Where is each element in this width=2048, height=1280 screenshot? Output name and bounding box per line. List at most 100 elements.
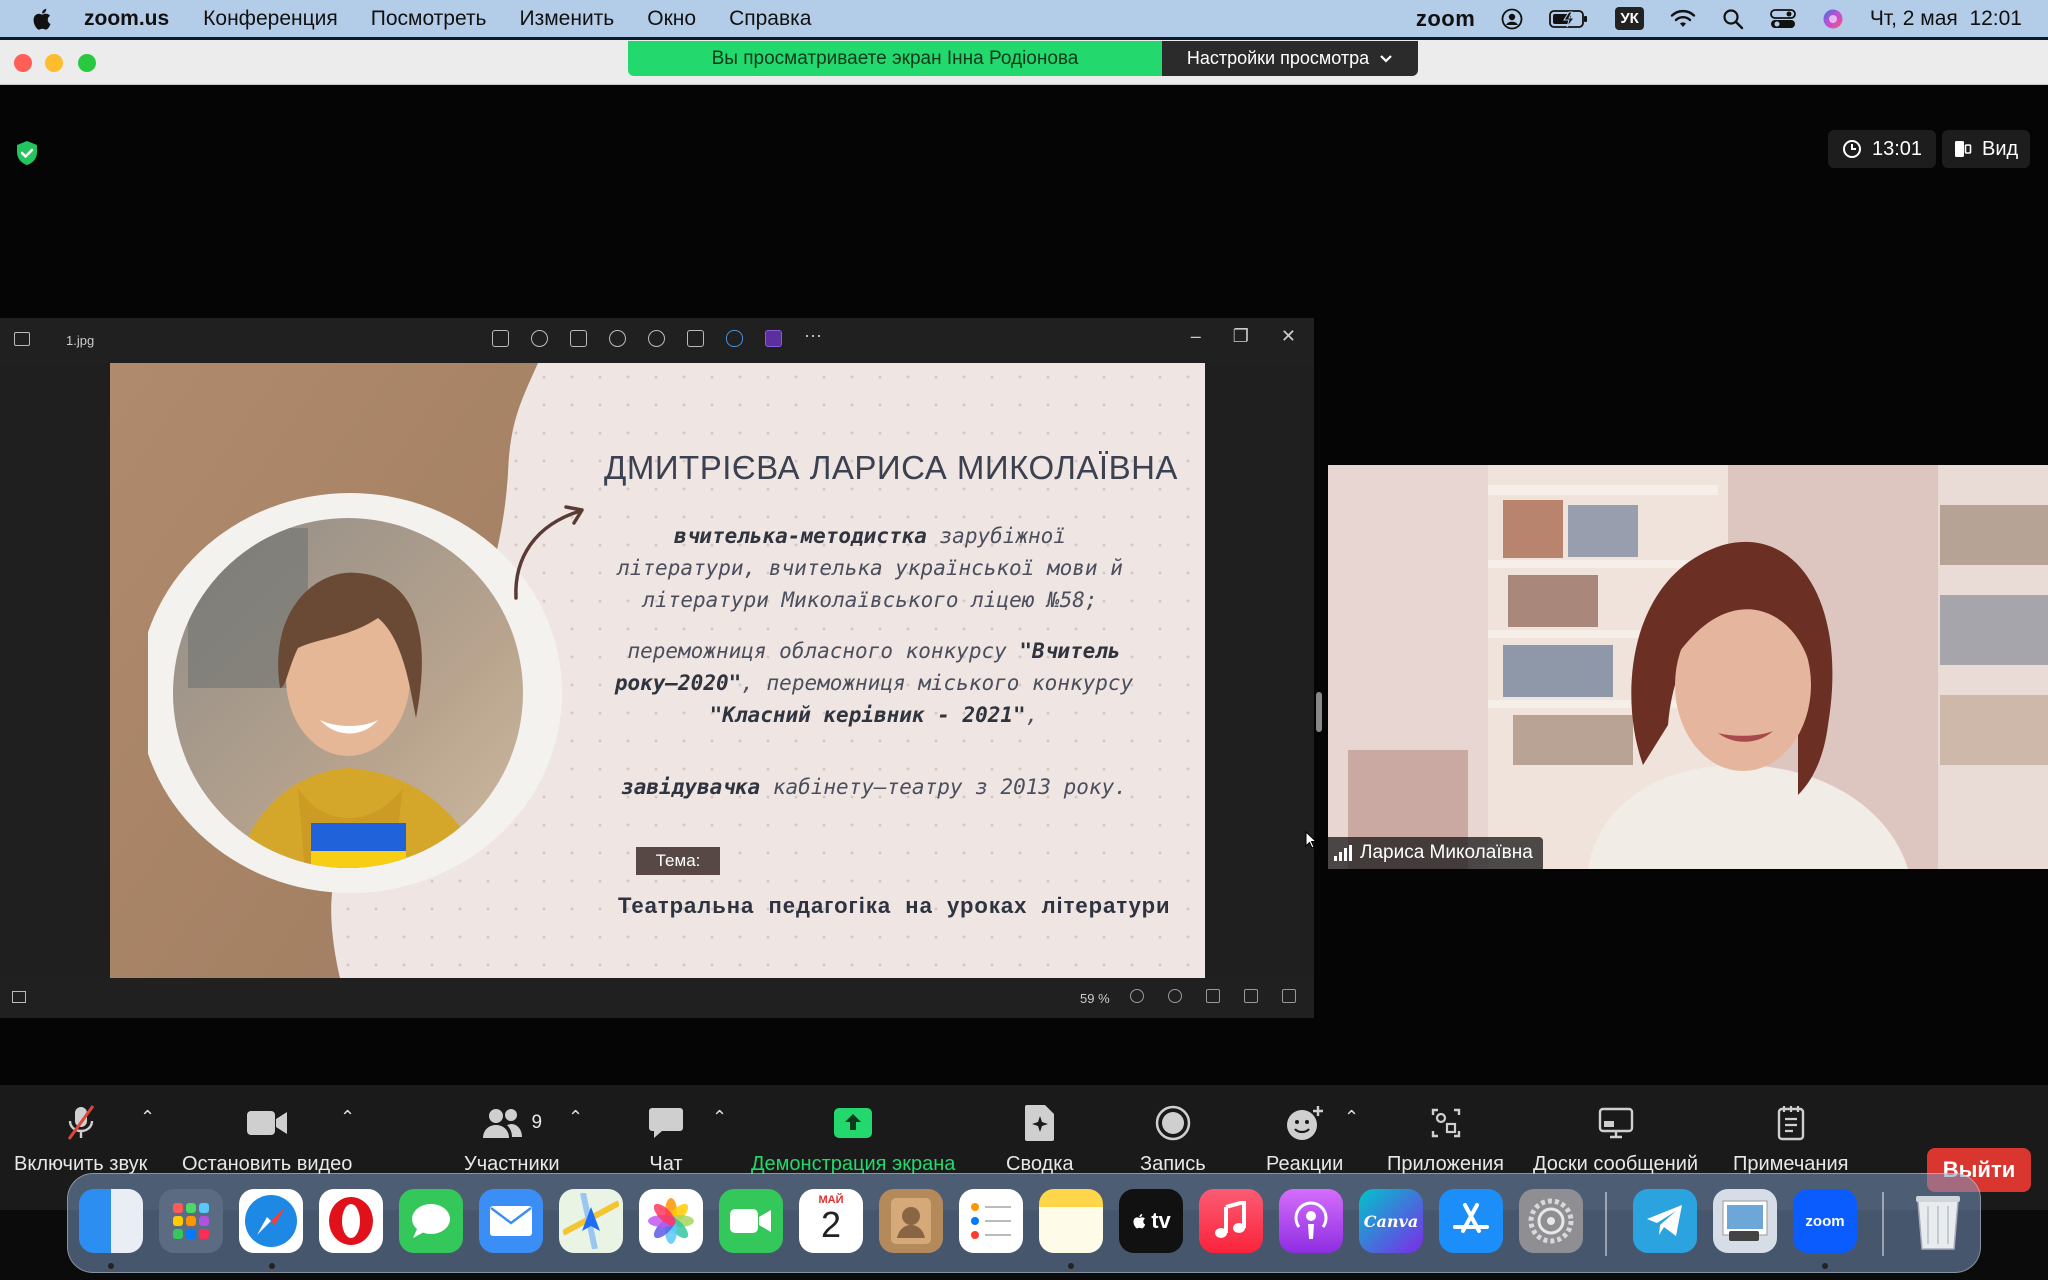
participants-icon bbox=[483, 1109, 523, 1138]
menu-help[interactable]: Справка bbox=[729, 7, 811, 31]
calendar-icon[interactable]: МАЙ 2 bbox=[799, 1189, 863, 1253]
mail-icon[interactable] bbox=[479, 1189, 543, 1253]
theatre-rest: кабінету–театру з 2013 року. bbox=[760, 775, 1127, 799]
user-account-icon[interactable] bbox=[1501, 8, 1523, 30]
system-settings-icon[interactable] bbox=[1519, 1189, 1583, 1253]
shared-screen-photo-viewer[interactable]: 1.jpg ··· – ❐ ✕ ДМИТРІЄВА ЛАРИСА МИКОЛАЇ… bbox=[0, 318, 1314, 1018]
audio-options-caret-icon[interactable]: ⌃ bbox=[140, 1107, 155, 1128]
window-close-button[interactable] bbox=[14, 54, 32, 72]
canva-icon[interactable]: Canva bbox=[1359, 1189, 1423, 1253]
contacts-icon[interactable] bbox=[879, 1189, 943, 1253]
safari-icon[interactable] bbox=[239, 1189, 303, 1253]
viewer-minimize-icon: – bbox=[1190, 326, 1201, 346]
viewer-restore-icon: ❐ bbox=[1232, 326, 1249, 346]
clipchamp-icon bbox=[765, 330, 782, 347]
share-screen-button[interactable]: Демонстрация экрана bbox=[751, 1103, 955, 1176]
viewing-screen-message: Вы просматриваете экран Інна Родіонова bbox=[628, 41, 1162, 76]
info-icon bbox=[648, 330, 665, 347]
awards-d: "Класний керівник - 2021" bbox=[709, 703, 1026, 727]
microphone-muted-icon bbox=[67, 1105, 94, 1140]
messages-icon[interactable] bbox=[399, 1189, 463, 1253]
zoom-running-indicator bbox=[1822, 1263, 1828, 1269]
participants-button[interactable]: 9 Участники bbox=[464, 1103, 560, 1176]
ai-summary-icon bbox=[1024, 1105, 1054, 1141]
reactions-button[interactable]: Реакции bbox=[1266, 1103, 1343, 1176]
facetime-icon[interactable] bbox=[719, 1189, 783, 1253]
zoom-meeting-window: Вы просматриваете экран Інна Родіонова Н… bbox=[0, 40, 2048, 1280]
notes-button[interactable]: Примечания bbox=[1733, 1103, 1848, 1176]
view-button[interactable]: Вид bbox=[1942, 130, 2031, 168]
clock-datetime[interactable]: Чт, 2 мая 12:01 bbox=[1870, 7, 2022, 31]
apps-button[interactable]: Приложения bbox=[1387, 1103, 1504, 1176]
reaction-emoji-icon bbox=[1286, 1106, 1323, 1140]
app-store-icon[interactable] bbox=[1439, 1189, 1503, 1253]
stop-video-button[interactable]: Остановить видео bbox=[182, 1103, 352, 1176]
menu-view[interactable]: Посмотреть bbox=[371, 7, 487, 31]
onedrive-cloud-icon bbox=[726, 330, 743, 347]
input-source-indicator[interactable]: УК bbox=[1615, 7, 1644, 30]
window-titlebar[interactable]: Вы просматриваете экран Інна Родіонова Н… bbox=[0, 40, 2048, 85]
whiteboard-icon bbox=[1598, 1107, 1633, 1139]
window-fullscreen-button[interactable] bbox=[78, 54, 96, 72]
opera-icon[interactable] bbox=[319, 1189, 383, 1253]
apple-tv-icon[interactable]: tv bbox=[1119, 1189, 1183, 1253]
zoom-in-icon bbox=[1168, 989, 1182, 1003]
reminders-icon[interactable] bbox=[959, 1189, 1023, 1253]
control-center-icon[interactable] bbox=[1769, 8, 1796, 30]
summary-button[interactable]: Сводка bbox=[1006, 1103, 1074, 1176]
unmute-button[interactable]: Включить звук bbox=[14, 1103, 147, 1176]
slide-image: ДМИТРІЄВА ЛАРИСА МИКОЛАЇВНА вчителька-ме… bbox=[110, 363, 1205, 978]
battery-icon[interactable] bbox=[1549, 9, 1589, 29]
chat-button[interactable]: Чат bbox=[648, 1103, 684, 1176]
menu-edit[interactable]: Изменить bbox=[520, 7, 615, 31]
telegram-icon[interactable] bbox=[1633, 1189, 1697, 1253]
meeting-timer[interactable]: 13:01 bbox=[1828, 130, 1937, 168]
notes-running-indicator bbox=[1068, 1263, 1074, 1269]
record-icon bbox=[1155, 1105, 1191, 1141]
preview-icon[interactable] bbox=[1713, 1189, 1777, 1253]
video-options-caret-icon[interactable]: ⌃ bbox=[340, 1107, 355, 1128]
menu-conference[interactable]: Конференция bbox=[203, 7, 338, 31]
app-menu[interactable]: zoom.us bbox=[84, 7, 169, 31]
fullscreen-expand-icon bbox=[1282, 989, 1296, 1003]
launchpad-icon[interactable] bbox=[159, 1189, 223, 1253]
podcasts-icon[interactable] bbox=[1279, 1189, 1343, 1253]
trash-icon[interactable] bbox=[1906, 1189, 1970, 1253]
record-button[interactable]: Запись bbox=[1140, 1103, 1206, 1176]
apps-icon bbox=[1431, 1108, 1460, 1138]
apple-icon[interactable] bbox=[30, 6, 56, 32]
chat-bubble-icon bbox=[649, 1108, 683, 1138]
viewer-statusbar: 59 % bbox=[0, 978, 1314, 1018]
split-resize-handle[interactable] bbox=[1316, 692, 1322, 732]
view-options-button[interactable]: Настройки просмотра bbox=[1162, 41, 1418, 76]
siri-icon[interactable] bbox=[1822, 8, 1844, 30]
teacher-name-heading: ДМИТРІЄВА ЛАРИСА МИКОЛАЇВНА bbox=[604, 449, 1178, 486]
participants-options-caret-icon[interactable]: ⌃ bbox=[568, 1107, 583, 1128]
view-button-label: Вид bbox=[1982, 137, 2019, 160]
menu-bar: zoom.us Конференция Посмотреть Изменить … bbox=[0, 0, 2048, 37]
zoom-status-item[interactable]: zoom bbox=[1416, 6, 1475, 32]
menu-window[interactable]: Окно bbox=[647, 7, 696, 31]
topic-label-badge: Тема: bbox=[636, 847, 720, 875]
photos-icon[interactable] bbox=[639, 1189, 703, 1253]
apple-tv-label: tv bbox=[1151, 1208, 1171, 1233]
chat-options-caret-icon[interactable]: ⌃ bbox=[712, 1107, 727, 1128]
notes-app-icon[interactable] bbox=[1039, 1189, 1103, 1253]
security-shield-icon[interactable] bbox=[14, 140, 40, 166]
participant-video[interactable] bbox=[1328, 465, 2048, 869]
zoom-app-icon[interactable]: zoom bbox=[1793, 1189, 1857, 1253]
safari-running-indicator bbox=[269, 1263, 275, 1269]
finder-icon[interactable] bbox=[79, 1189, 143, 1253]
music-icon[interactable] bbox=[1199, 1189, 1263, 1253]
maps-icon[interactable] bbox=[559, 1189, 623, 1253]
whiteboards-button[interactable]: Доски сообщений bbox=[1533, 1103, 1698, 1176]
screen-share-banner: Вы просматриваете экран Інна Родіонова Н… bbox=[628, 41, 1418, 76]
wifi-icon[interactable] bbox=[1670, 9, 1696, 29]
viewer-filename: 1.jpg bbox=[66, 333, 95, 348]
spotlight-search-icon[interactable] bbox=[1722, 8, 1744, 30]
participants-count: 9 bbox=[531, 1112, 543, 1133]
reactions-options-caret-icon[interactable]: ⌃ bbox=[1344, 1107, 1359, 1128]
viewer-window-controls: – ❐ ✕ bbox=[1191, 326, 1296, 347]
window-minimize-button[interactable] bbox=[45, 54, 63, 72]
meeting-content-area: 13:01 Вид 1.jpg ··· – ❐ ✕ ДМИТРІЄВА ЛАРИ… bbox=[0, 85, 2048, 1125]
